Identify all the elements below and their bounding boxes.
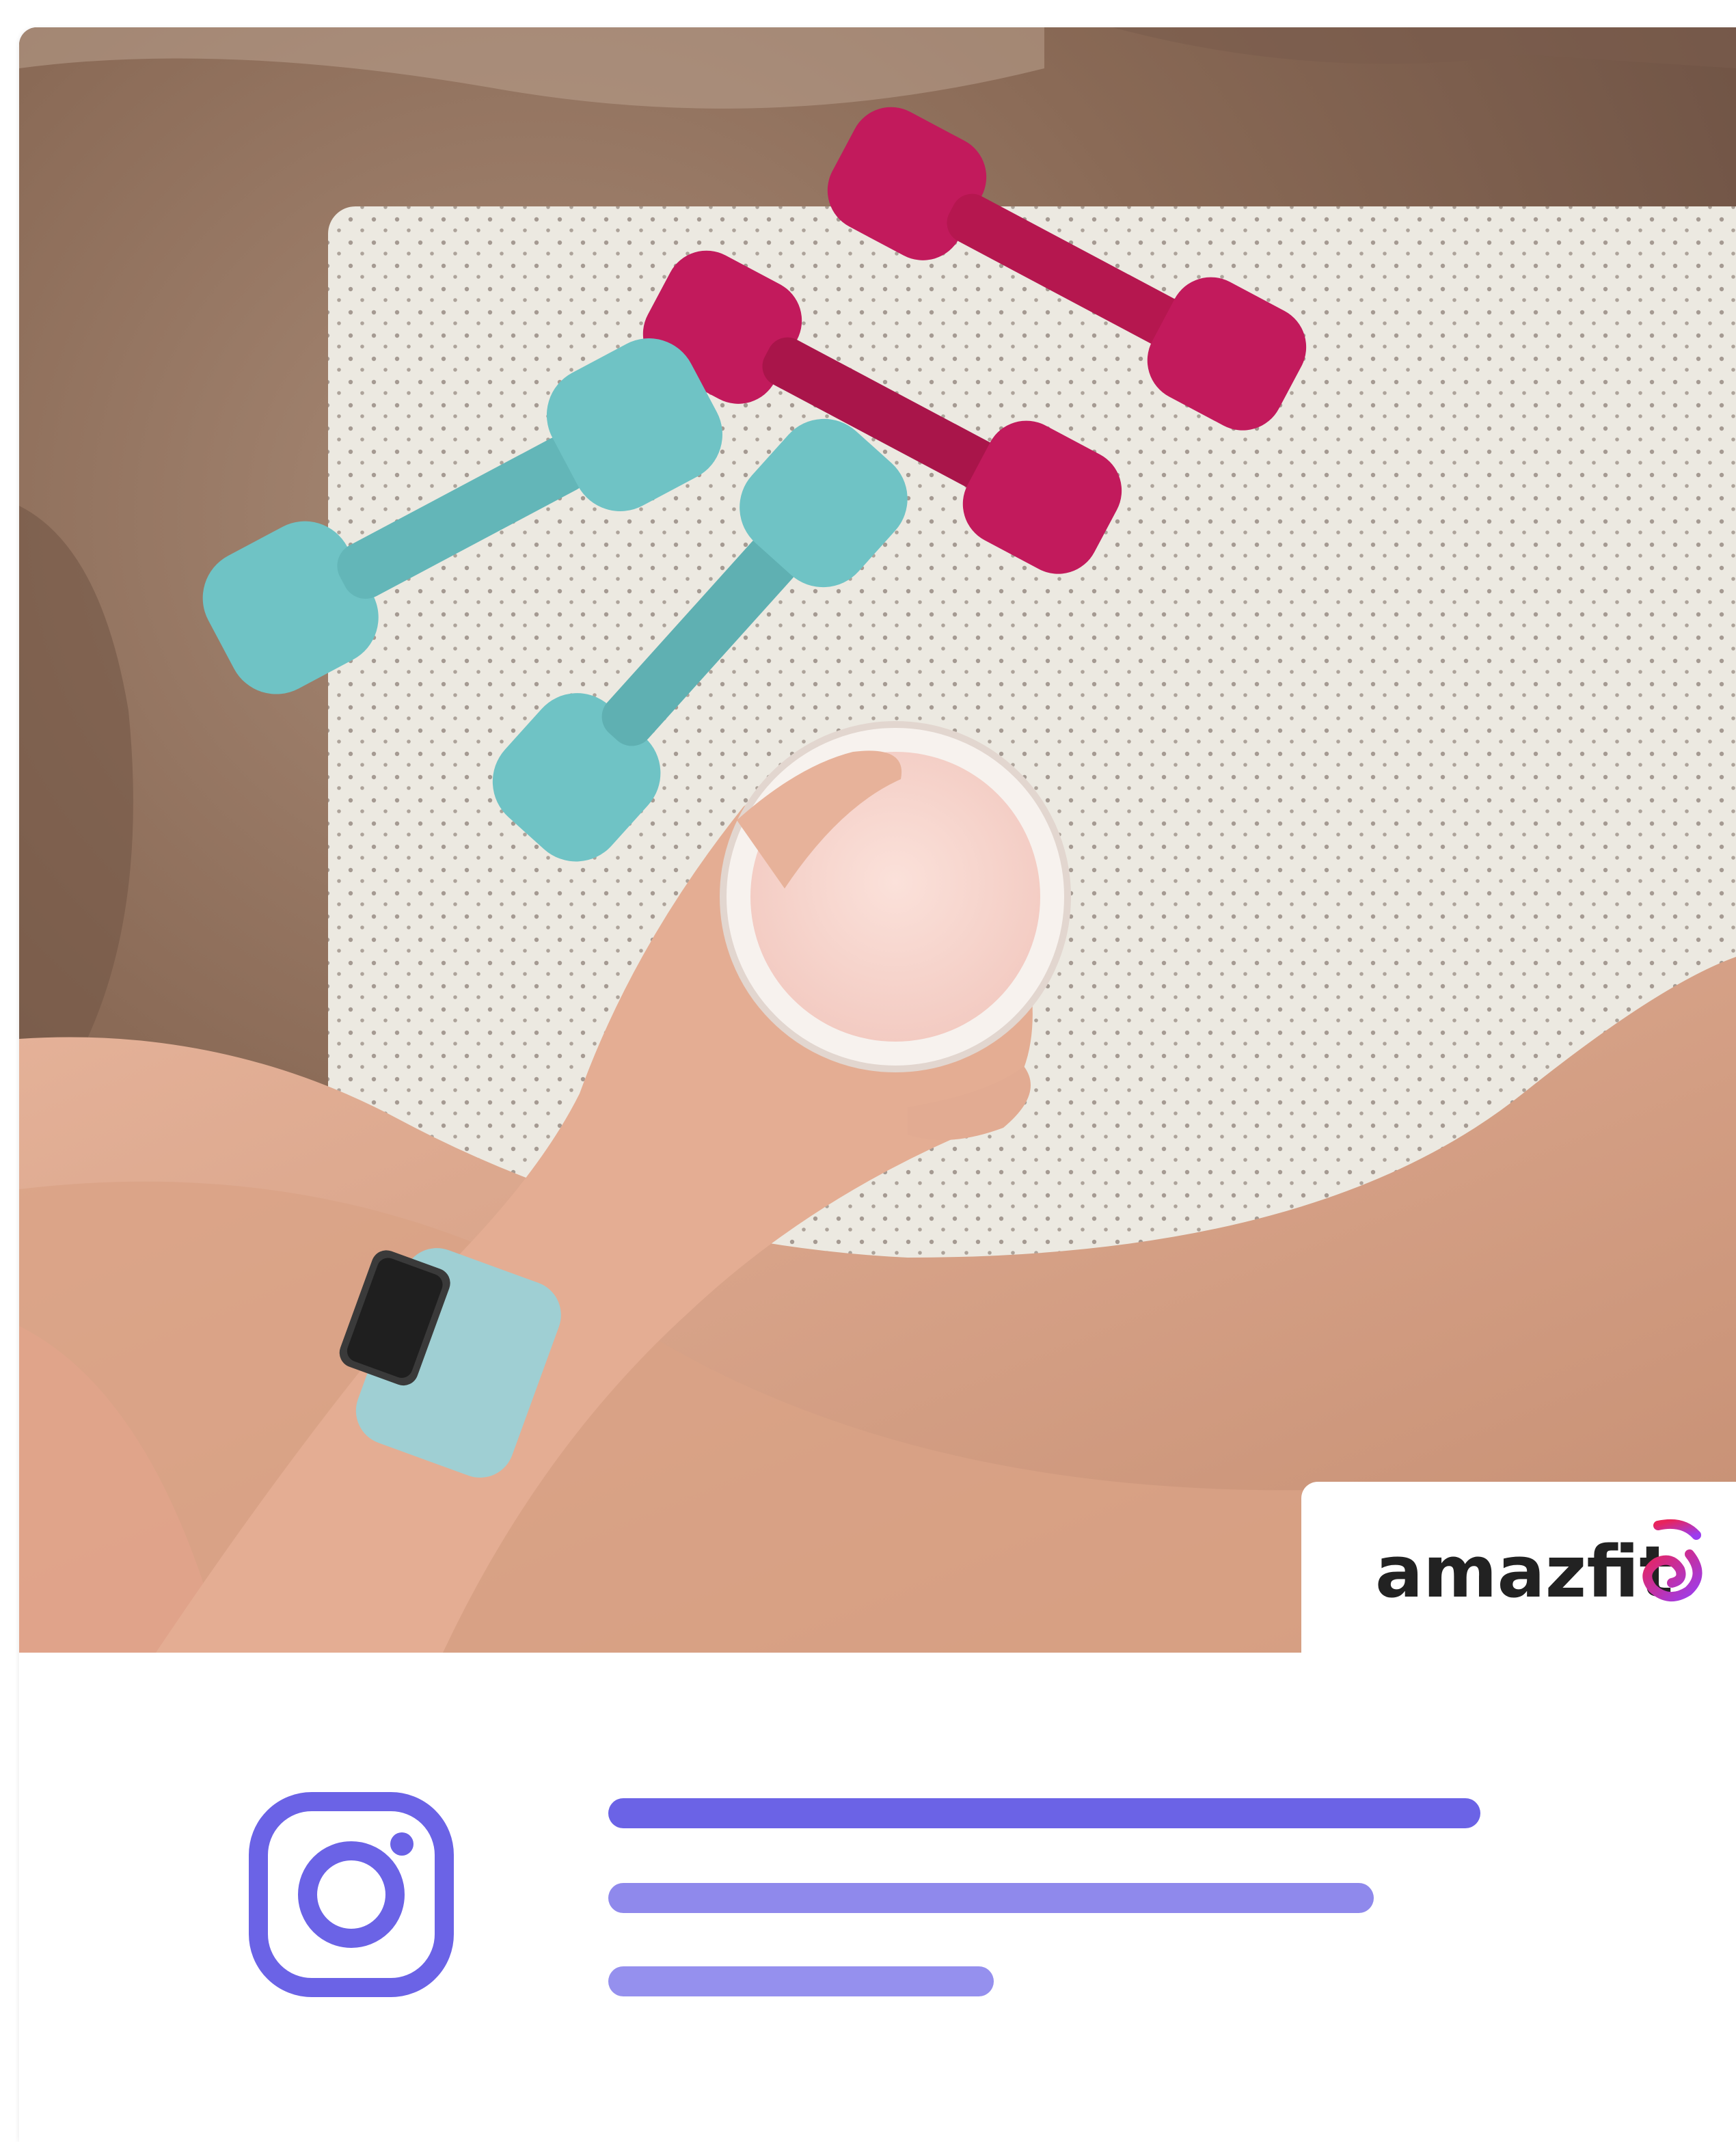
brand-name: amazfit <box>1375 1530 1673 1614</box>
caption-placeholder-line-1 <box>608 1798 1480 1828</box>
photo-illustration <box>19 27 1736 1653</box>
post-photo[interactable] <box>19 27 1736 1653</box>
caption-area <box>19 1653 1736 2142</box>
instagram-icon[interactable] <box>249 1792 454 1997</box>
caption-placeholder-line-3 <box>608 1966 994 1996</box>
caption-placeholder-line-2 <box>608 1883 1374 1913</box>
amazfit-swirl-icon: amazfit <box>1375 1519 1703 1614</box>
amazfit-logo: amazfit <box>1301 1482 1736 1654</box>
post-card: amazfit <box>19 27 1736 2142</box>
